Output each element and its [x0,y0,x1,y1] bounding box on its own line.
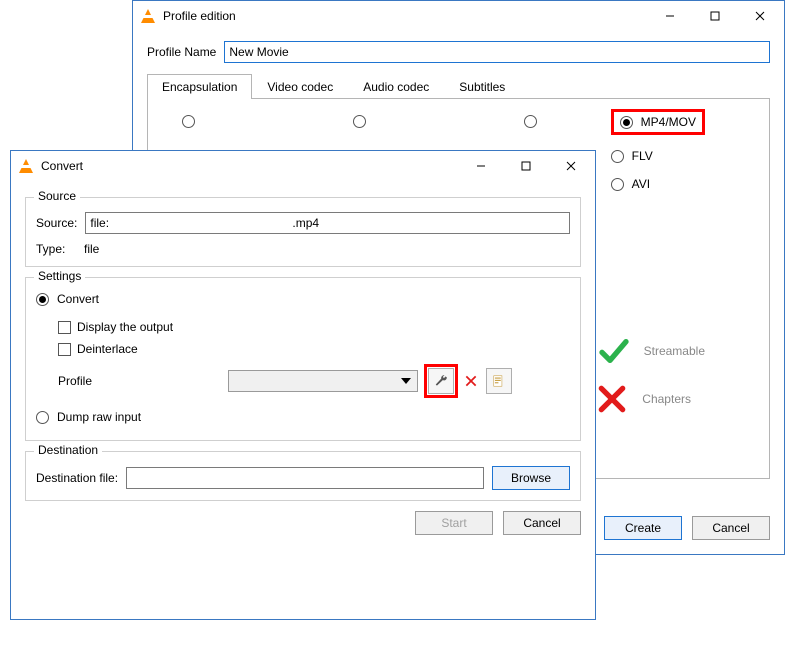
convert-cancel-button[interactable]: Cancel [503,511,581,535]
profile-window-title: Profile edition [163,9,647,23]
settings-group-title: Settings [34,269,85,283]
radio-flv-label: FLV [632,149,653,163]
radio-hidden-1[interactable] [182,115,195,128]
checkbox-display-output[interactable] [58,321,71,334]
radio-dump-raw[interactable] [36,411,49,424]
profile-cancel-button[interactable]: Cancel [692,516,770,540]
radio-avi-label: AVI [632,177,650,191]
profile-name-input[interactable] [224,41,770,63]
browse-button[interactable]: Browse [492,466,570,490]
feature-chapters-label: Chapters [642,392,691,406]
convert-window-title: Convert [41,159,458,173]
new-profile-button[interactable] [486,368,512,394]
cross-icon [596,383,628,415]
maximize-button[interactable] [503,152,548,180]
radio-flv[interactable] [611,150,624,163]
tab-audio-codec[interactable]: Audio codec [348,74,444,99]
destination-input[interactable] [126,467,484,489]
tab-subtitles[interactable]: Subtitles [444,74,520,99]
new-icon [492,374,506,388]
type-value: file [84,242,99,256]
start-button[interactable]: Start [415,511,493,535]
chevron-down-icon [401,378,411,384]
convert-window: Convert Source Source: Type: file [10,150,596,620]
vlc-cone-icon [19,159,33,173]
radio-dump-raw-label: Dump raw input [57,410,141,424]
highlight-edit-profile [424,364,458,398]
wrench-icon [434,374,448,388]
source-input[interactable] [85,212,570,234]
destination-label: Destination file: [36,471,118,485]
profile-label: Profile [58,374,228,388]
delete-icon [464,374,478,388]
source-group-title: Source [34,189,80,203]
profile-select[interactable] [228,370,418,392]
minimize-button[interactable] [458,152,503,180]
radio-mp4mov[interactable] [620,116,633,129]
radio-convert-label: Convert [57,292,99,306]
radio-avi[interactable] [611,178,624,191]
close-button[interactable] [737,2,782,30]
checkbox-deinterlace[interactable] [58,343,71,356]
radio-hidden-3[interactable] [524,115,537,128]
tab-video-codec[interactable]: Video codec [252,74,348,99]
minimize-button[interactable] [647,2,692,30]
source-group: Source Source: Type: file [25,197,581,267]
profile-name-label: Profile Name [147,45,216,59]
feature-streamable-label: Streamable [644,344,705,358]
vlc-cone-icon [141,9,155,23]
tabs: Encapsulation Video codec Audio codec Su… [147,73,770,99]
destination-group: Destination Destination file: Browse [25,451,581,501]
type-label: Type: [36,242,76,256]
check-icon [598,335,630,367]
label-display-output: Display the output [77,320,173,334]
radio-convert[interactable] [36,293,49,306]
settings-group: Settings Convert Display the output Dein… [25,277,581,441]
create-button[interactable]: Create [604,516,682,540]
tab-encapsulation[interactable]: Encapsulation [147,74,252,99]
highlight-mp4mov: MP4/MOV [611,109,705,135]
delete-profile-button[interactable] [464,374,478,388]
convert-titlebar: Convert [11,151,595,181]
radio-mp4mov-label: MP4/MOV [641,115,696,129]
close-button[interactable] [548,152,593,180]
profile-titlebar: Profile edition [133,1,784,31]
radio-hidden-2[interactable] [353,115,366,128]
label-deinterlace: Deinterlace [77,342,138,356]
destination-group-title: Destination [34,443,102,457]
source-label: Source: [36,216,77,230]
maximize-button[interactable] [692,2,737,30]
edit-profile-button[interactable] [428,368,454,394]
